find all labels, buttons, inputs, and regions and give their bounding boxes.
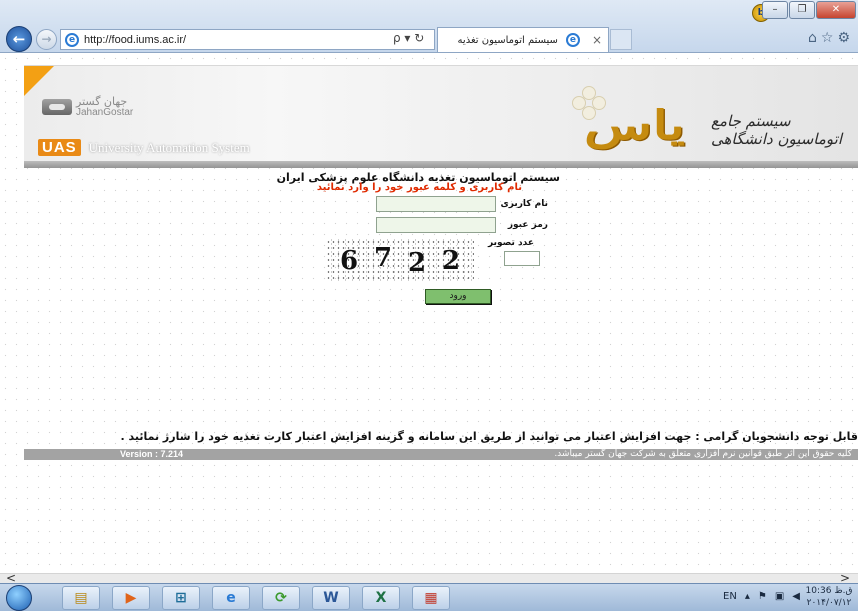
address-bar[interactable]: e http://food.iums.ac.ir/ <box>60 29 435 50</box>
gear-icon[interactable]: ⚙ <box>837 30 854 46</box>
clock-date: ۲۰۱۴/۰۷/۱۲ <box>806 598 852 608</box>
forward-button[interactable]: → <box>36 29 57 50</box>
window-controls: – ❐ ✕ <box>762 1 856 19</box>
yas-logo: یاس <box>584 102 686 149</box>
password-label: رمز عبور <box>507 220 548 230</box>
jahangostar-en: JahanGostar <box>76 107 134 118</box>
media-player-icon[interactable]: ▶ <box>112 586 150 610</box>
network-app-icon[interactable]: ⊞ <box>162 586 200 610</box>
excel-icon[interactable]: X <box>362 586 400 610</box>
login-hint: نام کاربری و کلمه عبور خود را وارد نمائی… <box>316 182 522 193</box>
taskbar-clock[interactable]: 10:36 ق.ظ ۲۰۱۴/۰۷/۱۲ <box>804 585 854 609</box>
network-icon[interactable]: ▣ <box>775 591 784 602</box>
back-button[interactable]: ← <box>6 26 32 52</box>
tab-title: سیستم اتوماسیون تغذیه <box>457 34 558 46</box>
tab-close-icon[interactable]: × <box>592 33 602 47</box>
clock-time: 10:36 ق.ظ <box>805 586 853 596</box>
captcha-digit: 2 <box>407 248 427 278</box>
photo-app-icon[interactable]: ⟳ <box>262 586 300 610</box>
username-input[interactable] <box>376 196 496 212</box>
jahangostar-logo: جهان گستر JahanGostar <box>42 96 133 118</box>
address-url[interactable]: http://food.iums.ac.ir/ <box>84 34 186 46</box>
word-icon[interactable]: W <box>312 586 350 610</box>
notice-text: قابل توجه دانشجویان گرامی : جهت افزایش ا… <box>120 430 858 443</box>
star-icon[interactable]: ☆ <box>821 30 838 46</box>
browser-chrome: b – ❐ ✕ ← → e http://food.iums.ac.ir/ ρ … <box>0 0 858 53</box>
captcha-digit: 2 <box>441 246 461 276</box>
captcha-digit: 6 <box>339 246 359 276</box>
uas-logo: UAS <box>38 139 81 156</box>
horizontal-scrollbar[interactable]: < > <box>0 571 858 585</box>
tab-favicon-icon: e <box>565 33 580 47</box>
yas-subtitle: سیستم جامع اتوماسیون دانشگاهی <box>711 112 842 148</box>
uas-branding: UAS University Automation System <box>38 139 250 156</box>
login-button[interactable]: ورود <box>425 289 491 304</box>
flag-icon[interactable]: ⚑ <box>758 591 767 602</box>
language-indicator[interactable]: EN <box>723 591 737 602</box>
search-refresh-icons[interactable]: ρ ▾ ↻ <box>393 31 424 45</box>
jahangostar-fa: جهان گستر <box>76 95 128 108</box>
header-banner: جهان گستر JahanGostar UAS University Aut… <box>24 65 858 168</box>
footer-bar: Version : 7.214 کلیه حقوق این اثر طبق قو… <box>24 449 858 460</box>
captcha-digit: 7 <box>373 243 393 273</box>
jahangostar-mark-icon <box>42 99 72 115</box>
password-input[interactable] <box>376 217 496 233</box>
banner-bottom-strip <box>24 161 858 168</box>
page-viewport: جهان گستر JahanGostar UAS University Aut… <box>0 53 858 573</box>
minimize-button[interactable]: – <box>762 1 788 19</box>
maximize-button[interactable]: ❐ <box>789 1 815 19</box>
system-tray: EN ▴ ⚑ ▣ ◀ <box>723 591 800 602</box>
banner-corner-accent <box>24 66 54 96</box>
tray-expand-icon[interactable]: ▴ <box>745 591 750 602</box>
windows-taskbar: ▤ ▶ ⊞ e ⟳ W X ▦ EN ▴ ⚑ ▣ ◀ 10:36 ق.ظ ۲۰۱… <box>0 583 858 611</box>
site-favicon-icon: e <box>65 32 79 47</box>
browser-tab[interactable]: e سیستم اتوماسیون تغذیه × <box>437 27 609 52</box>
username-label: نام کاربری <box>500 199 548 209</box>
internet-explorer-icon[interactable]: e <box>212 586 250 610</box>
copyright-text: کلیه حقوق این اثر طبق قوانین نرم افزاری … <box>554 449 852 459</box>
browser-toolbar-icons: ⌂☆⚙ <box>808 30 854 46</box>
captcha-image: 6 7 2 2 <box>326 239 474 283</box>
close-button[interactable]: ✕ <box>816 1 856 19</box>
uas-title: University Automation System <box>88 139 250 155</box>
captcha-input[interactable] <box>504 251 540 266</box>
home-icon[interactable]: ⌂ <box>808 30 821 46</box>
file-explorer-icon[interactable]: ▤ <box>62 586 100 610</box>
captcha-label: عدد تصویر <box>488 238 534 248</box>
new-tab-button[interactable] <box>610 29 632 50</box>
start-button[interactable] <box>6 585 32 611</box>
volume-icon[interactable]: ◀ <box>792 591 800 602</box>
app-grid-icon[interactable]: ▦ <box>412 586 450 610</box>
version-label: Version : 7.214 <box>120 449 184 459</box>
